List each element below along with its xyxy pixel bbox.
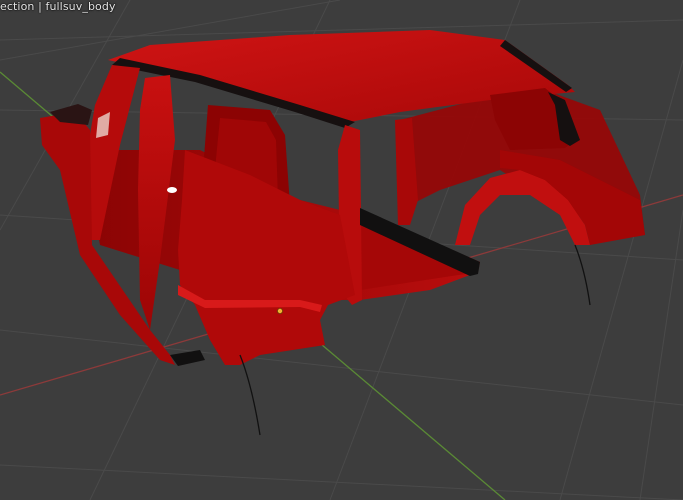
- viewport-scene[interactable]: [0, 0, 683, 500]
- front-mudflap-wire: [239, 354, 261, 436]
- front-sill: [170, 350, 205, 366]
- origin-point-icon[interactable]: [276, 307, 283, 314]
- 3d-viewport[interactable]: ection | fullsuv_body: [0, 0, 683, 500]
- specular-highlight: [167, 187, 177, 193]
- viewport-header-text: ection | fullsuv_body: [0, 0, 116, 13]
